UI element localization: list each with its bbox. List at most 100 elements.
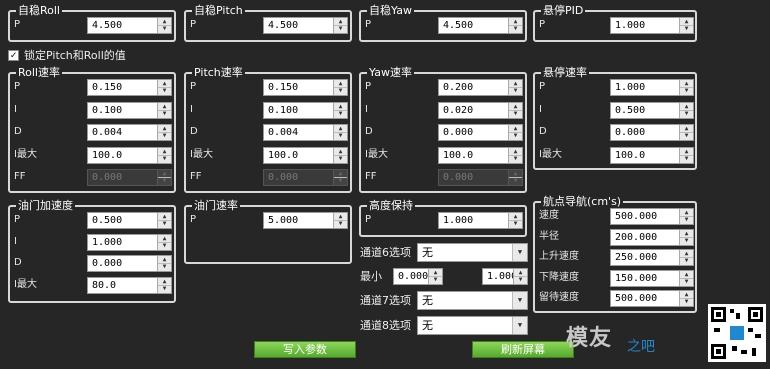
group-roll-rate: Roll速率 P 0.150 ▲ ▼ I 0.100 ▲ ▼ D 0.004 ▲ ▼ I最大 100.0 ▲… [8,66,176,193]
spin-arrows-icon[interactable]: ▲ ▼ [679,270,693,286]
spin-arrows-icon[interactable]: ▲ ▼ [428,269,442,284]
pitch-rate-input-2[interactable]: 0.004 ▲ ▼ [263,124,348,141]
p-label: P [14,19,21,30]
spin-arrows-icon[interactable]: ▲ ▼ [157,102,171,118]
param-label: P [14,81,21,92]
spin-arrows-icon[interactable]: ▲ ▼ [157,170,171,185]
loiter-rate-input-3[interactable]: 100.0 ▲ ▼ [610,146,694,164]
spin-arrows-icon[interactable]: ▲ ▼ [157,213,171,228]
spin-arrows-icon[interactable]: ▲ ▼ [679,250,693,265]
throttle-accel-input-1[interactable]: 1.000 ▲ ▼ [87,233,172,251]
param-label: I最大 [14,278,37,290]
max-input[interactable]: 1.000 ▲ ▼ [482,268,528,285]
spin-arrows-icon[interactable]: ▲ ▼ [333,147,347,163]
param-label: 速度 [539,210,559,221]
chevron-down-icon[interactable]: ▼ [512,292,527,309]
p-label: P [539,19,546,30]
group-title: 悬停速率 [541,66,589,79]
param-label: D [14,257,22,268]
ch8-option-select[interactable]: 无 ▼ [417,316,528,335]
roll-rate-input-1[interactable]: 0.100 ▲ ▼ [87,101,172,119]
pitch-rate-input-0[interactable]: 0.150 ▲ ▼ [263,79,348,96]
spin-arrows-icon[interactable]: ▲ ▼ [679,229,693,245]
yaw-rate-input-0[interactable]: 0.200 ▲ ▼ [438,79,523,96]
spin-arrows-icon[interactable]: ▲ ▼ [508,80,522,95]
wpnav-input-1[interactable]: 200.000 ▲ ▼ [610,228,694,246]
spin-arrows-icon[interactable]: ▲ ▼ [508,102,522,118]
spin-arrows-icon[interactable]: ▲ ▼ [333,125,347,140]
param-label: I [539,103,542,115]
wpnav-input-2[interactable]: 250.000 ▲ ▼ [610,249,694,266]
throttle-accel-input-2[interactable]: 0.000 ▲ ▼ [87,255,172,272]
spin-arrows-icon[interactable]: ▲ ▼ [679,80,693,95]
spin-arrows-icon[interactable]: ▲ ▼ [333,102,347,118]
spin-arrows-icon[interactable]: ▲ ▼ [679,18,693,33]
roll-rate-input-0[interactable]: 0.150 ▲ ▼ [87,79,172,96]
chevron-down-icon[interactable]: ▼ [512,317,527,334]
loiter-pid-p-input[interactable]: 1.000 ▲ ▼ [610,17,694,34]
loiter-rate-input-0[interactable]: 1.000 ▲ ▼ [610,79,694,96]
param-label: FF [190,171,202,182]
stab-yaw-p-input[interactable]: 4.500 ▲ ▼ [438,17,523,34]
group-stab-yaw: 自稳Yaw P 4.500 ▲ ▼ [359,4,527,42]
spin-arrows-icon[interactable]: ▲ ▼ [513,269,527,284]
lock-pitch-roll-checkbox[interactable]: ✓ [8,50,19,61]
param-label: 下降速度 [539,271,579,283]
spin-arrows-icon[interactable]: ▲ ▼ [679,209,693,224]
spin-arrows-icon[interactable]: ▲ ▼ [157,256,171,271]
group-yaw-rate: Yaw速率 P 0.200 ▲ ▼ I 0.020 ▲ ▼ D 0.000 ▲ ▼ I最大 100.0 ▲ ▼… [359,66,527,193]
stab-roll-p-input[interactable]: 4.500 ▲ ▼ [87,17,172,34]
wpnav-input-3[interactable]: 150.000 ▲ ▼ [610,269,694,287]
throttle-accel-input-3[interactable]: 80.0 ▲ ▼ [87,276,172,294]
spin-arrows-icon[interactable]: ▲ ▼ [679,125,693,140]
spin-arrows-icon[interactable]: ▲ ▼ [157,277,171,293]
spin-arrows-icon[interactable]: ▲ ▼ [508,125,522,140]
yaw-rate-input-1[interactable]: 0.020 ▲ ▼ [438,101,523,119]
watermark-logo-suffix: 之吧 [627,339,655,355]
refresh-screen-button[interactable]: 刷新屏幕 [472,341,574,358]
spin-arrows-icon[interactable]: ▲ ▼ [333,213,347,228]
param-label: 留待速度 [539,292,579,303]
stab-pitch-p-input[interactable]: 4.500 ▲ ▼ [263,17,348,34]
yaw-rate-input-3[interactable]: 100.0 ▲ ▼ [438,146,523,164]
wpnav-input-0[interactable]: 500.000 ▲ ▼ [610,208,694,225]
group-alt-hold: 高度保持 P 1.000 ▲ ▼ [359,199,527,237]
group-title: 航点导航(cm's) [541,195,624,208]
spin-arrows-icon[interactable]: ▲ ▼ [333,80,347,95]
spin-arrows-icon[interactable]: ▲ ▼ [508,18,522,33]
min-input[interactable]: 0.000 ▲ ▼ [393,268,443,285]
spin-arrows-icon[interactable]: ▲ ▼ [333,18,347,33]
spin-arrows-icon[interactable]: ▲ ▼ [157,125,171,140]
group-title: 油门速率 [192,199,240,212]
ch7-option-select[interactable]: 无 ▼ [417,291,528,310]
group-stab-roll: 自稳Roll P 4.500 ▲ ▼ [8,4,176,42]
spin-arrows-icon[interactable]: ▲ ▼ [508,213,522,228]
spin-arrows-icon[interactable]: ▲ ▼ [508,147,522,163]
loiter-rate-input-1[interactable]: 0.500 ▲ ▼ [610,101,694,119]
throttle-rate-p-input[interactable]: 5.000 ▲ ▼ [263,212,348,229]
write-params-button[interactable]: 写入参数 [254,341,356,358]
roll-rate-input-2[interactable]: 0.004 ▲ ▼ [87,124,172,141]
spin-arrows-icon[interactable]: ▲ ▼ [333,170,347,185]
spin-arrows-icon[interactable]: ▲ ▼ [157,18,171,33]
ch6-option-select[interactable]: 无 ▼ [417,243,528,262]
loiter-rate-input-2[interactable]: 0.000 ▲ ▼ [610,124,694,141]
spin-arrows-icon[interactable]: ▲ ▼ [157,147,171,163]
spin-arrows-icon[interactable]: ▲ ▼ [157,80,171,95]
wpnav-input-4[interactable]: 500.000 ▲ ▼ [610,290,694,307]
spin-arrows-icon[interactable]: ▲ ▼ [157,234,171,250]
spin-arrows-icon[interactable]: ▲ ▼ [679,147,693,163]
yaw-rate-input-2[interactable]: 0.000 ▲ ▼ [438,124,523,141]
pitch-rate-input-4: 0.000 ▲ ▼ [263,169,348,186]
spin-arrows-icon[interactable]: ▲ ▼ [508,170,522,185]
roll-rate-input-3[interactable]: 100.0 ▲ ▼ [87,146,172,164]
chevron-down-icon[interactable]: ▼ [512,244,527,261]
pitch-rate-input-3[interactable]: 100.0 ▲ ▼ [263,146,348,164]
param-label: I最大 [14,148,37,160]
spin-arrows-icon[interactable]: ▲ ▼ [679,291,693,306]
p-label: P [365,214,372,225]
throttle-accel-input-0[interactable]: 0.500 ▲ ▼ [87,212,172,229]
spin-arrows-icon[interactable]: ▲ ▼ [679,102,693,118]
pitch-rate-input-1[interactable]: 0.100 ▲ ▼ [263,101,348,119]
alt-hold-p-input[interactable]: 1.000 ▲ ▼ [438,212,523,229]
